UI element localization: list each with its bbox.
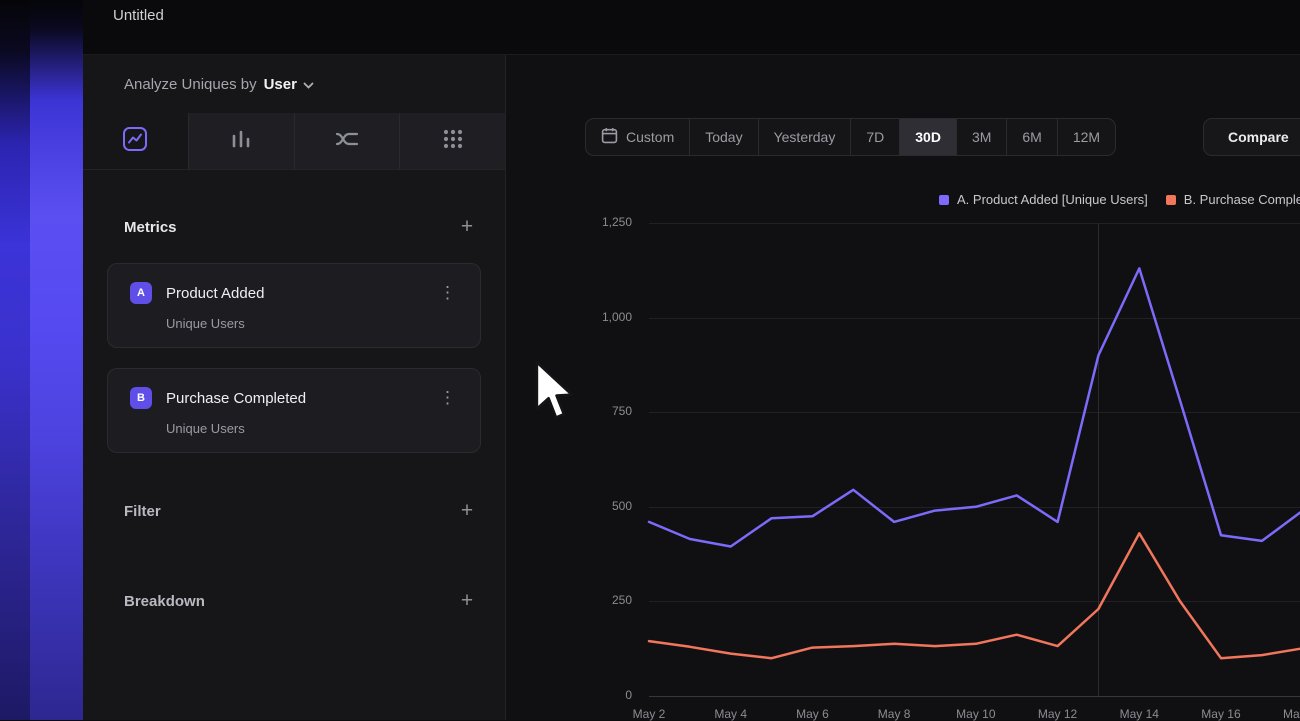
tab-flows[interactable] [294,113,400,169]
date-range-toolbar: Custom Today Yesterday 7D 30D 3M 6M 12M [585,118,1116,156]
metric-subtitle[interactable]: Unique Users [108,316,480,331]
kebab-menu-icon[interactable]: ⋮ [431,386,464,410]
compare-button[interactable]: Compare [1203,118,1300,156]
kebab-menu-icon[interactable]: ⋮ [431,281,464,305]
grid-dots-icon [441,127,465,156]
range-7d-button[interactable]: 7D [851,119,900,155]
add-metric-button[interactable]: + [453,213,481,241]
x-axis-tick-label: May 4 [696,707,766,721]
gridline [649,696,1300,697]
metrics-section-header: Metrics + [83,200,505,254]
chart-legend: A. Product Added [Unique Users] B. Purcha… [939,192,1300,207]
tab-bar-chart[interactable] [188,113,294,169]
legend-item[interactable]: A. Product Added [Unique Users] [939,192,1148,207]
analyze-row: Analyze Uniques by User [83,55,505,113]
add-breakdown-button[interactable]: + [453,587,481,615]
calendar-icon [601,127,618,147]
filter-label: Filter [124,503,161,520]
filter-section-header: Filter + [83,484,505,538]
legend-swatch [939,195,949,205]
legend-swatch [1166,195,1176,205]
metric-card-b[interactable]: B Purchase Completed ⋮ Unique Users [107,368,481,453]
series-line-a [649,268,1300,546]
breakdown-label: Breakdown [124,593,205,610]
x-axis-tick-label: May 14 [1104,707,1174,721]
y-axis-tick-label: 750 [506,404,632,418]
series-plot [649,223,1300,696]
date-range-group: Custom Today Yesterday 7D 30D 3M 6M 12M [585,118,1116,156]
legend-label: B. Purchase Completed [Unique Users] [1184,192,1300,207]
range-12m-button[interactable]: 12M [1058,119,1115,155]
app-nav-strip [0,0,83,720]
legend-label: A. Product Added [Unique Users] [957,192,1148,207]
metric-card-a-head: A Product Added ⋮ [108,264,480,305]
add-filter-button[interactable]: + [453,497,481,525]
breakdown-section-header: Breakdown + [83,574,505,628]
metrics-label: Metrics [124,219,177,236]
chart-panel: Custom Today Yesterday 7D 30D 3M 6M 12M … [505,55,1300,720]
analyze-by-dropdown[interactable]: User [264,76,314,93]
y-axis-tick-label: 1,250 [506,215,632,229]
analyze-label: Analyze Uniques by [124,76,257,93]
range-label: Custom [626,129,674,145]
range-today-button[interactable]: Today [690,119,758,155]
line-chart-icon [122,126,148,157]
bar-chart-icon [229,127,253,156]
topbar: Untitled [83,0,1300,55]
sidebar: Analyze Uniques by User [83,55,505,720]
analyze-by-value: User [264,76,297,93]
series-line-b [649,533,1300,658]
metric-title: Purchase Completed [166,390,306,407]
metric-subtitle[interactable]: Unique Users [108,421,480,436]
range-3m-button[interactable]: 3M [957,119,1007,155]
tab-grid-dots[interactable] [399,113,505,169]
metric-badge-b: B [130,387,152,409]
x-axis-tick-label: May 10 [941,707,1011,721]
range-yesterday-button[interactable]: Yesterday [759,119,852,155]
metric-card-a[interactable]: A Product Added ⋮ Unique Users [107,263,481,348]
metric-badge-a: A [130,282,152,304]
x-axis-tick-label: May 12 [1023,707,1093,721]
legend-item[interactable]: B. Purchase Completed [Unique Users] [1166,192,1300,207]
x-axis-tick-label: May 6 [777,707,847,721]
y-axis-tick-label: 0 [506,688,632,702]
x-axis-tick-label: May 2 [614,707,684,721]
y-axis-tick-label: 250 [506,593,632,607]
report-title[interactable]: Untitled [113,7,164,24]
flows-icon [334,127,360,156]
tab-line-chart[interactable] [83,113,188,169]
chart-type-tabs [83,113,505,170]
x-axis-tick-label: May 8 [859,707,929,721]
y-axis-tick-label: 500 [506,499,632,513]
x-axis-tick-label: May 18 [1268,707,1300,721]
x-axis-tick-label: May 16 [1186,707,1256,721]
metric-card-b-head: B Purchase Completed ⋮ [108,369,480,410]
metric-title: Product Added [166,285,264,302]
chevron-down-icon [303,76,314,93]
range-custom-button[interactable]: Custom [586,119,690,155]
range-30d-button[interactable]: 30D [900,119,957,155]
y-axis-tick-label: 1,000 [506,310,632,324]
app-nav-strip-edge [0,0,30,720]
range-6m-button[interactable]: 6M [1007,119,1057,155]
